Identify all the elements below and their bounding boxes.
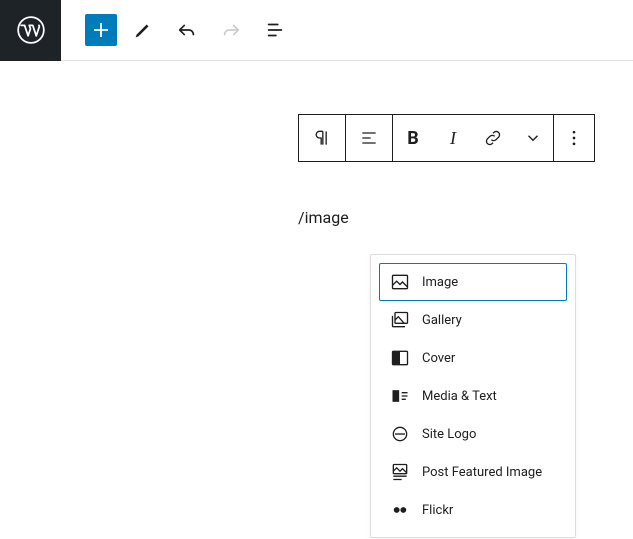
suggestion-label: Site Logo: [422, 427, 476, 442]
edit-icon[interactable]: [125, 12, 161, 48]
suggestion-label: Flickr: [422, 503, 453, 518]
suggestion-cover[interactable]: Cover: [379, 339, 567, 377]
paragraph-block-input[interactable]: /image: [298, 208, 633, 227]
align-icon[interactable]: [346, 115, 392, 161]
add-block-button[interactable]: [85, 14, 117, 46]
site-logo-icon: [390, 424, 410, 444]
editor-canvas: Add title B I: [0, 61, 633, 227]
suggestion-featured-image[interactable]: Post Featured Image: [379, 453, 567, 491]
undo-icon[interactable]: [169, 12, 205, 48]
suggestion-gallery[interactable]: Gallery: [379, 301, 567, 339]
more-options-icon[interactable]: [554, 115, 594, 161]
wordpress-logo[interactable]: [0, 0, 61, 61]
suggestion-label: Post Featured Image: [422, 465, 542, 480]
suggestion-site-logo[interactable]: Site Logo: [379, 415, 567, 453]
suggestion-label: Gallery: [422, 313, 462, 328]
suggestion-flickr[interactable]: Flickr: [379, 491, 567, 529]
suggestion-label: Image: [422, 275, 458, 290]
redo-icon: [213, 12, 249, 48]
italic-button[interactable]: I: [433, 115, 473, 161]
top-toolbar: [0, 0, 633, 61]
title-area: Add title B I: [298, 121, 633, 162]
block-suggestions-popover: Image Gallery Cover Media & Text Site Lo…: [370, 254, 576, 538]
link-icon[interactable]: [473, 115, 513, 161]
flickr-icon: [390, 500, 410, 520]
suggestion-image[interactable]: Image: [379, 263, 567, 301]
block-toolbar: B I: [298, 114, 595, 162]
cover-icon: [390, 348, 410, 368]
suggestion-label: Cover: [422, 351, 455, 366]
gallery-icon: [390, 310, 410, 330]
image-icon: [390, 272, 410, 292]
suggestion-label: Media & Text: [422, 389, 497, 404]
paragraph-icon[interactable]: [299, 115, 345, 161]
featured-image-icon: [390, 462, 410, 482]
suggestion-media-text[interactable]: Media & Text: [379, 377, 567, 415]
bold-button[interactable]: B: [393, 115, 433, 161]
document-outline-icon[interactable]: [257, 12, 293, 48]
chevron-down-icon[interactable]: [513, 115, 553, 161]
toolbar-group: [61, 12, 293, 48]
media-text-icon: [390, 386, 410, 406]
